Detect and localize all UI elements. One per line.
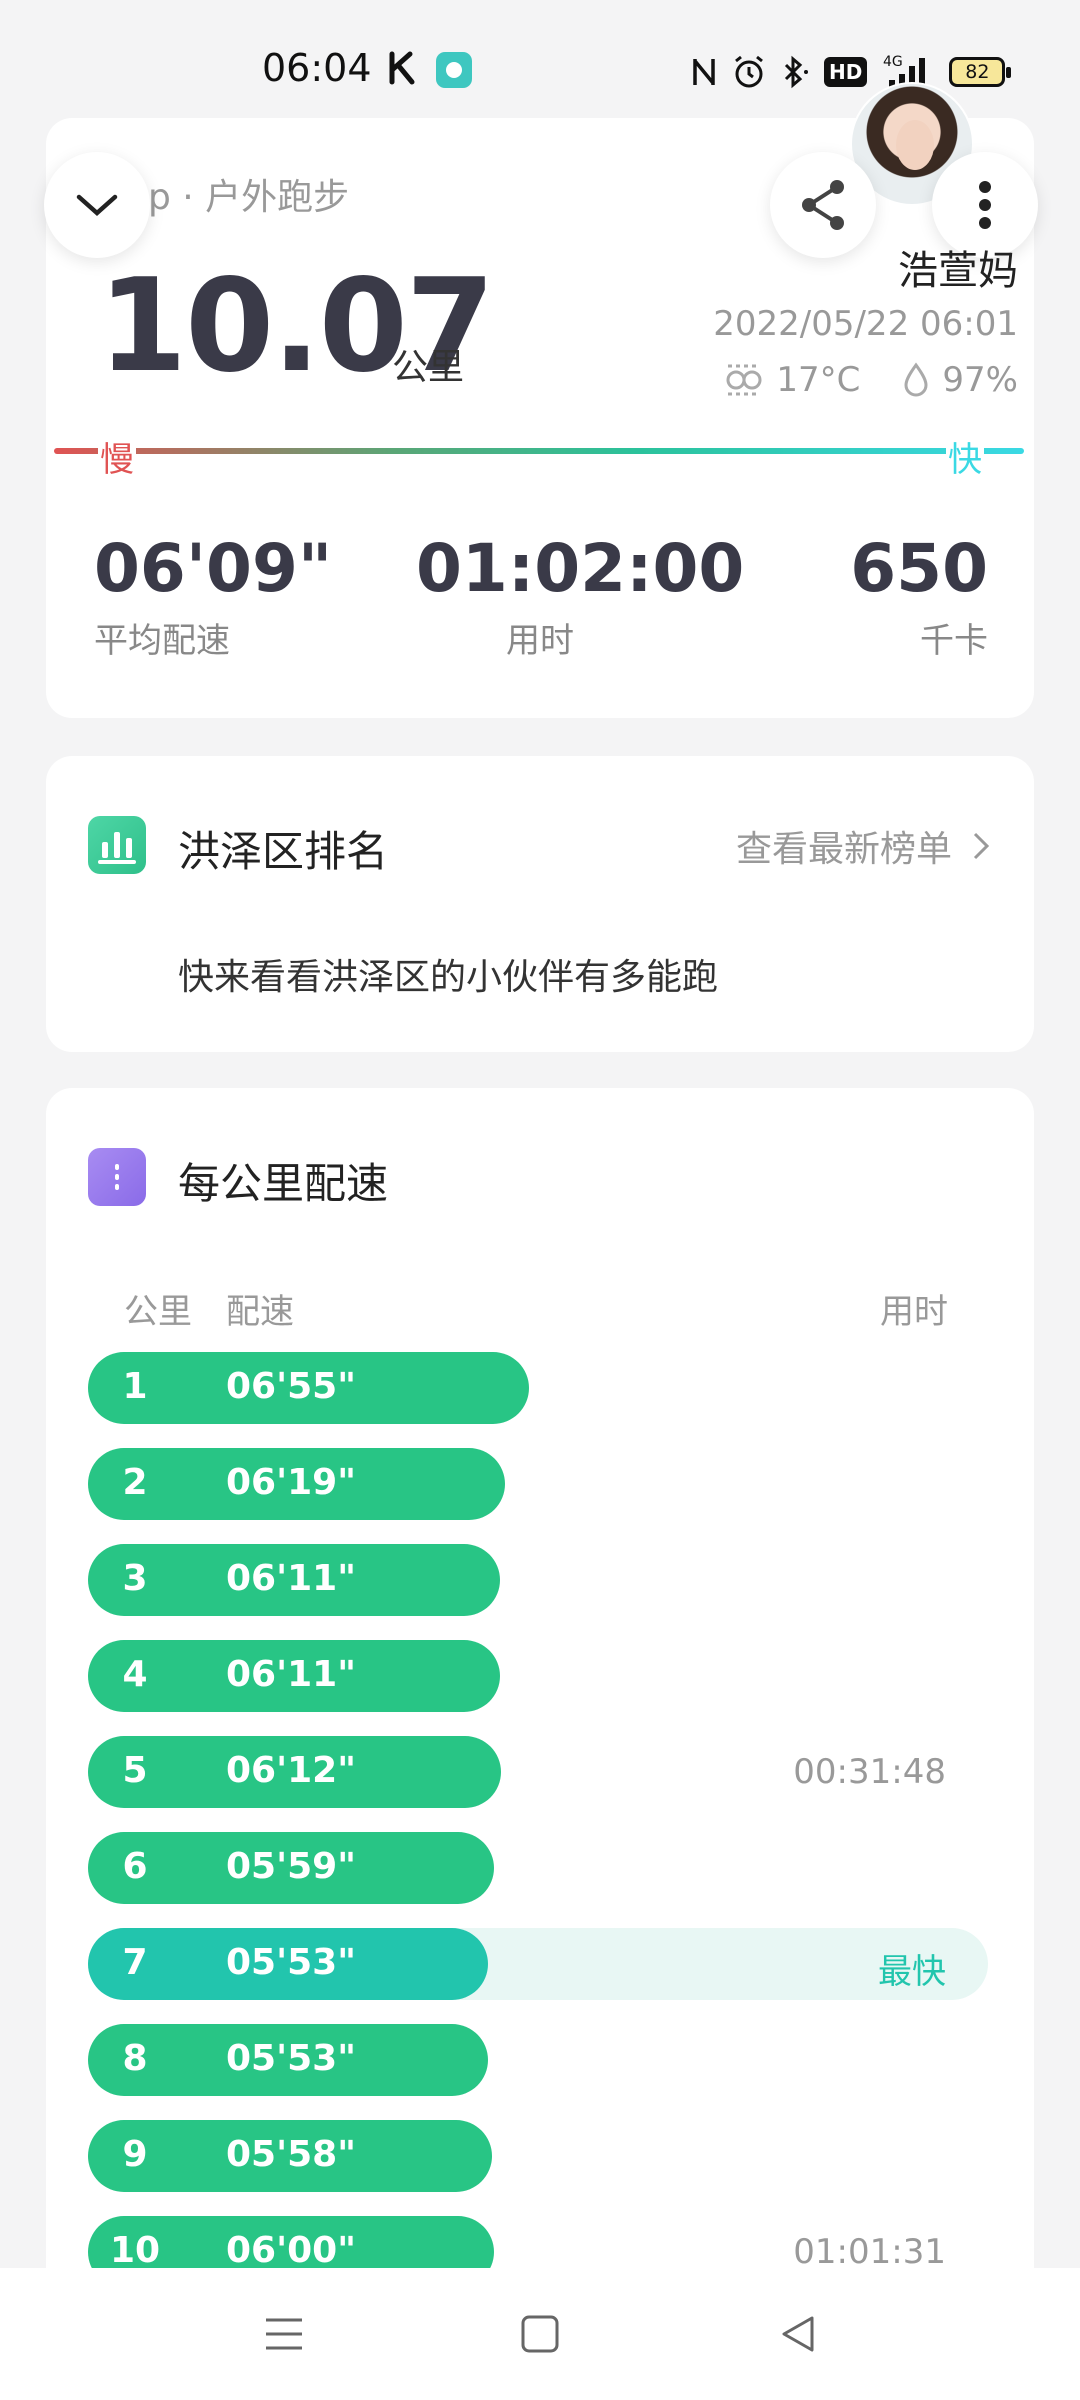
network-label: 4G — [883, 54, 903, 70]
duration-label: 用时 — [506, 621, 574, 661]
bar-chart-icon — [88, 816, 146, 874]
pace-row-pace: 05'58" — [226, 2134, 356, 2175]
pace-row-pace: 06'12" — [226, 1750, 356, 1791]
pace-row-pace: 05'59" — [226, 1846, 356, 1887]
pace-row: 9 05'58" — [88, 2120, 988, 2192]
fastest-badge: 最快 — [878, 1952, 946, 1992]
chevron-right-icon — [973, 832, 990, 860]
temperature: 17°C — [776, 360, 861, 400]
fast-label: 快 — [946, 432, 984, 481]
pace-row-pace: 06'55" — [226, 1366, 356, 1407]
humidity: 97% — [942, 360, 1018, 400]
menu-icon[interactable] — [262, 2312, 306, 2356]
pace-row: 3 06'11" — [88, 1544, 988, 1616]
sport-title: p · 户外跑步 — [148, 177, 350, 218]
bluetooth-icon — [784, 55, 808, 89]
calories-metric: 650 千卡 — [850, 530, 988, 662]
view-leaderboard-label: 查看最新榜单 — [735, 829, 952, 870]
calories-label: 千卡 — [920, 621, 988, 661]
pace-row-km: 10 — [109, 2230, 161, 2271]
weather-icon — [726, 364, 762, 396]
pace-row-km: 9 — [122, 2134, 148, 2175]
column-header-pace: 配速 — [226, 1292, 294, 1332]
pace-row: 5 06'12" 00:31:48 — [88, 1736, 988, 1808]
status-time: 06:04 — [262, 46, 372, 90]
pace-icon — [88, 1148, 146, 1206]
column-header-km: 公里 — [124, 1292, 192, 1332]
back-icon[interactable] — [776, 2312, 820, 2356]
weather-info: 17°C 97% — [724, 360, 1018, 400]
share-icon — [802, 180, 844, 230]
ranking-description: 快来看看洪泽区的小伙伴有多能跑 — [178, 957, 719, 998]
collapse-button[interactable] — [44, 152, 150, 258]
speed-gradient-bar — [54, 448, 1024, 454]
ranking-card[interactable] — [46, 756, 1034, 1052]
pace-row-pace: 05'53" — [226, 2038, 356, 2079]
pace-row-km: 3 — [122, 1558, 148, 1599]
nfc-icon — [693, 59, 715, 85]
distance-unit: 公里 — [392, 347, 465, 388]
battery-indicator: 82 — [949, 57, 1012, 87]
pace-row: 8 05'53" — [88, 2024, 988, 2096]
pace-row-pace: 05'53" — [226, 1942, 356, 1983]
chevron-down-icon — [76, 194, 118, 217]
avg-pace-label: 平均配速 — [94, 621, 230, 661]
pace-row-km: 6 — [122, 1846, 148, 1887]
pace-row-km: 8 — [122, 2038, 148, 2079]
pace-row-km: 1 — [122, 1366, 148, 1407]
chat-app-icon — [436, 52, 472, 88]
avg-pace-value: 06'09" — [94, 530, 333, 607]
system-nav-bar — [0, 2268, 1080, 2400]
pace-row-time: 00:31:48 — [793, 1752, 946, 1792]
pace-row: 1 06'55" — [88, 1352, 988, 1424]
pace-row-km: 7 — [122, 1942, 148, 1983]
pace-row: 7 05'53" 最快 — [88, 1928, 988, 2000]
column-header-time: 用时 — [880, 1292, 948, 1332]
pace-row-pace: 06'19" — [226, 1462, 356, 1503]
more-vert-icon — [979, 181, 991, 229]
view-leaderboard-link[interactable]: 查看最新榜单 — [736, 820, 990, 872]
pace-row-km: 5 — [122, 1750, 148, 1791]
hd-badge: HD — [824, 57, 868, 87]
pace-section-title: 每公里配速 — [178, 1159, 389, 1208]
home-icon[interactable] — [518, 2312, 562, 2356]
duration-metric: 01:02:00 用时 — [416, 530, 745, 662]
workout-datetime: 2022/05/22 06:01 — [713, 304, 1018, 344]
pace-row: 4 06'11" — [88, 1640, 988, 1712]
alarm-icon — [735, 55, 763, 88]
duration-value: 01:02:00 — [416, 530, 745, 607]
humidity-icon — [904, 362, 928, 397]
ranking-title: 洪泽区排名 — [178, 827, 389, 876]
avg-pace-metric: 06'09" 平均配速 — [94, 530, 332, 662]
pace-row-pace: 06'11" — [226, 1558, 356, 1599]
pace-row-km: 4 — [122, 1654, 148, 1695]
slow-label: 慢 — [98, 432, 136, 481]
calories-value: 650 — [850, 530, 988, 607]
pace-row: 2 06'19" — [88, 1448, 988, 1520]
user-name: 浩萱妈 — [898, 248, 1018, 294]
pace-row-pace: 06'11" — [226, 1654, 356, 1695]
pace-row: 6 05'59" — [88, 1832, 988, 1904]
pace-row-pace: 06'00" — [226, 2230, 356, 2271]
k-app-icon — [389, 51, 415, 85]
pace-row-km: 2 — [122, 1462, 148, 1503]
status-icons: HD 4G 82 — [690, 50, 1012, 94]
pace-row-time: 01:01:31 — [793, 2232, 946, 2272]
share-button[interactable] — [770, 152, 876, 258]
